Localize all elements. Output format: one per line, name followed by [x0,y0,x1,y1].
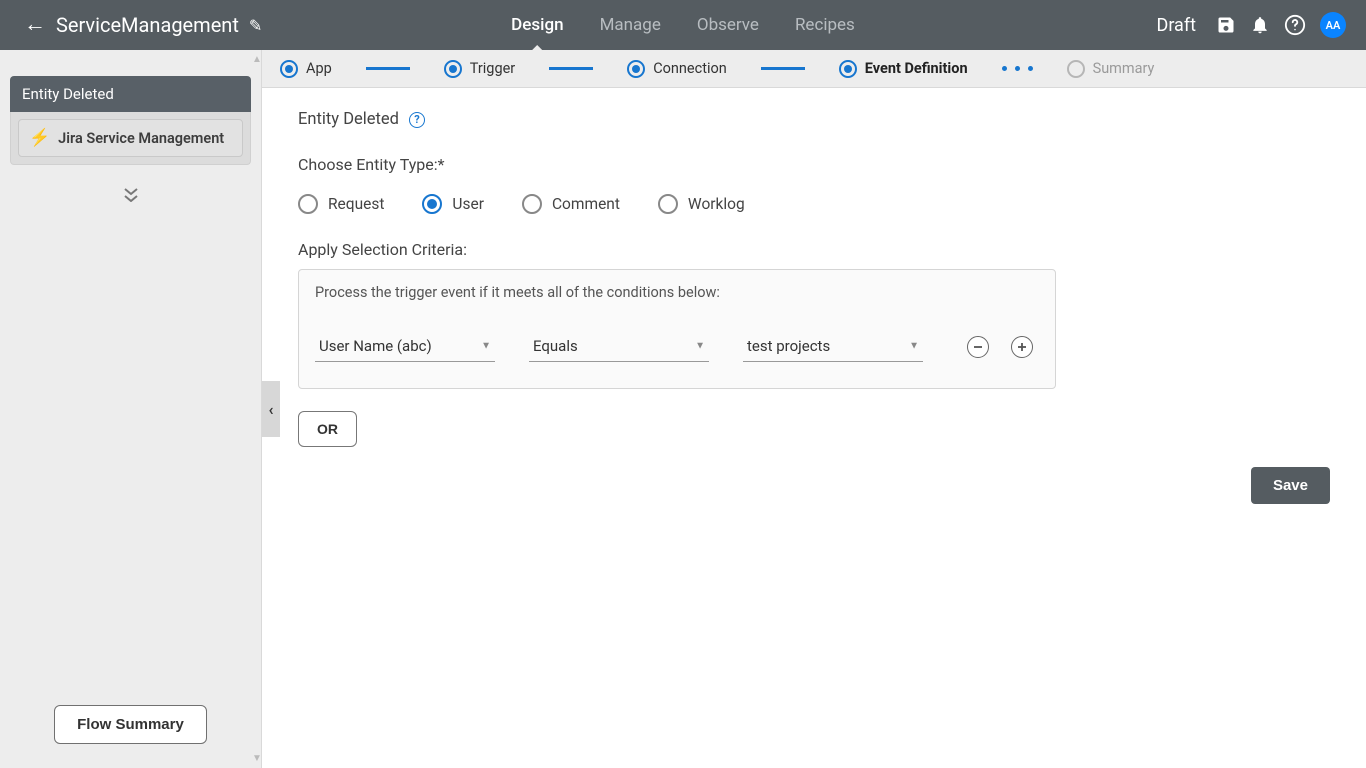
tab-design[interactable]: Design [511,0,563,50]
radio-comment[interactable]: Comment [522,194,620,214]
radio-icon [422,194,442,214]
step-summary[interactable]: Summary [1067,60,1155,78]
help-icon[interactable] [1284,14,1306,36]
step-radio-icon [839,60,857,78]
node-card-body: ⚡ Jira Service Management [10,112,251,165]
section-title: Entity Deleted [298,110,399,129]
header-tabs: Design Manage Observe Recipes [511,0,855,50]
step-app[interactable]: App [280,60,332,78]
tab-recipes[interactable]: Recipes [795,0,855,50]
caret-down-icon: ▼ [481,341,491,352]
radio-icon [298,194,318,214]
criteria-row: User Name (abc) ▼ Equals ▼ test projects… [315,331,1039,362]
criteria-description: Process the trigger event if it meets al… [315,284,1039,301]
radio-label: Request [328,195,384,213]
radio-label: Comment [552,195,620,213]
page-title: ServiceManagement [56,13,239,37]
step-label: Connection [653,60,727,77]
save-button[interactable]: Save [1251,467,1330,504]
tab-manage[interactable]: Manage [600,0,661,50]
step-connector [366,67,410,70]
step-radio-icon [1067,60,1085,78]
radio-icon [522,194,542,214]
select-value: Equals [533,337,578,355]
step-radio-icon [627,60,645,78]
step-trigger[interactable]: Trigger [444,60,515,78]
radio-request[interactable]: Request [298,194,384,214]
tab-observe[interactable]: Observe [697,0,759,50]
connector-name: Jira Service Management [58,130,224,147]
avatar[interactable]: AA [1320,12,1346,38]
step-connector [761,67,805,70]
radio-worklog[interactable]: Worklog [658,194,745,214]
criteria-operator-select[interactable]: Equals ▼ [529,331,709,362]
step-label: Summary [1093,60,1155,77]
step-label: Trigger [470,60,515,77]
step-dots-icon [1002,66,1033,71]
step-radio-icon [444,60,462,78]
remove-condition-button[interactable] [967,336,989,358]
step-connection[interactable]: Connection [627,60,727,78]
sidebar: ▲▼ Entity Deleted ⚡ Jira Service Managem… [0,50,262,768]
select-value: User Name (abc) [319,337,432,355]
criteria-value-select[interactable]: test projects ▼ [743,331,923,362]
node-card-title: Entity Deleted [10,76,251,112]
select-value: test projects [747,337,830,355]
expand-chevron-icon[interactable] [10,187,251,206]
help-circle-icon[interactable]: ? [409,112,425,128]
main-split: ▲▼ Entity Deleted ⚡ Jira Service Managem… [0,50,1366,768]
content-area: App Trigger Connection Event Definition … [262,50,1366,768]
header-right: Draft AA [1157,12,1366,38]
criteria-label: Apply Selection Criteria: [298,240,1330,259]
or-button[interactable]: OR [298,411,357,447]
sidebar-collapse-handle[interactable]: ‹ [262,381,280,437]
criteria-box: Process the trigger event if it meets al… [298,269,1056,389]
flow-summary-button[interactable]: Flow Summary [54,705,207,744]
back-arrow-icon[interactable]: ← [24,14,46,36]
entity-type-label: Choose Entity Type:* [298,155,1330,174]
save-icon[interactable] [1216,15,1236,35]
edit-icon[interactable]: ✎ [249,16,262,35]
criteria-row-actions [967,336,1033,362]
sidebar-footer: Flow Summary [0,689,261,768]
bolt-icon: ⚡ [29,128,50,148]
flow-node-card[interactable]: Entity Deleted ⚡ Jira Service Management [10,76,251,165]
step-event-definition[interactable]: Event Definition [839,60,968,78]
header-left: ← ServiceManagement ✎ [0,13,262,37]
step-radio-icon [280,60,298,78]
form-area: Entity Deleted ? Choose Entity Type:* Re… [262,88,1366,768]
connector-chip[interactable]: ⚡ Jira Service Management [18,119,243,157]
step-label: Event Definition [865,60,968,77]
radio-label: Worklog [688,195,745,213]
caret-down-icon: ▼ [695,341,705,352]
radio-label: User [452,195,484,213]
bell-icon[interactable] [1250,15,1270,35]
wizard-steps: App Trigger Connection Event Definition … [262,50,1366,88]
section-title-row: Entity Deleted ? [298,110,1330,129]
add-condition-button[interactable] [1011,336,1033,358]
step-connector [549,67,593,70]
app-header: ← ServiceManagement ✎ Design Manage Obse… [0,0,1366,50]
radio-icon [658,194,678,214]
status-label: Draft [1157,15,1197,36]
entity-type-radios: Request User Comment Worklog [298,194,1330,214]
caret-down-icon: ▼ [909,341,919,352]
step-label: App [306,60,332,77]
radio-user[interactable]: User [422,194,484,214]
chevron-left-icon: ‹ [269,400,274,419]
criteria-field-select[interactable]: User Name (abc) ▼ [315,331,495,362]
sidebar-inner: Entity Deleted ⚡ Jira Service Management [0,50,261,689]
